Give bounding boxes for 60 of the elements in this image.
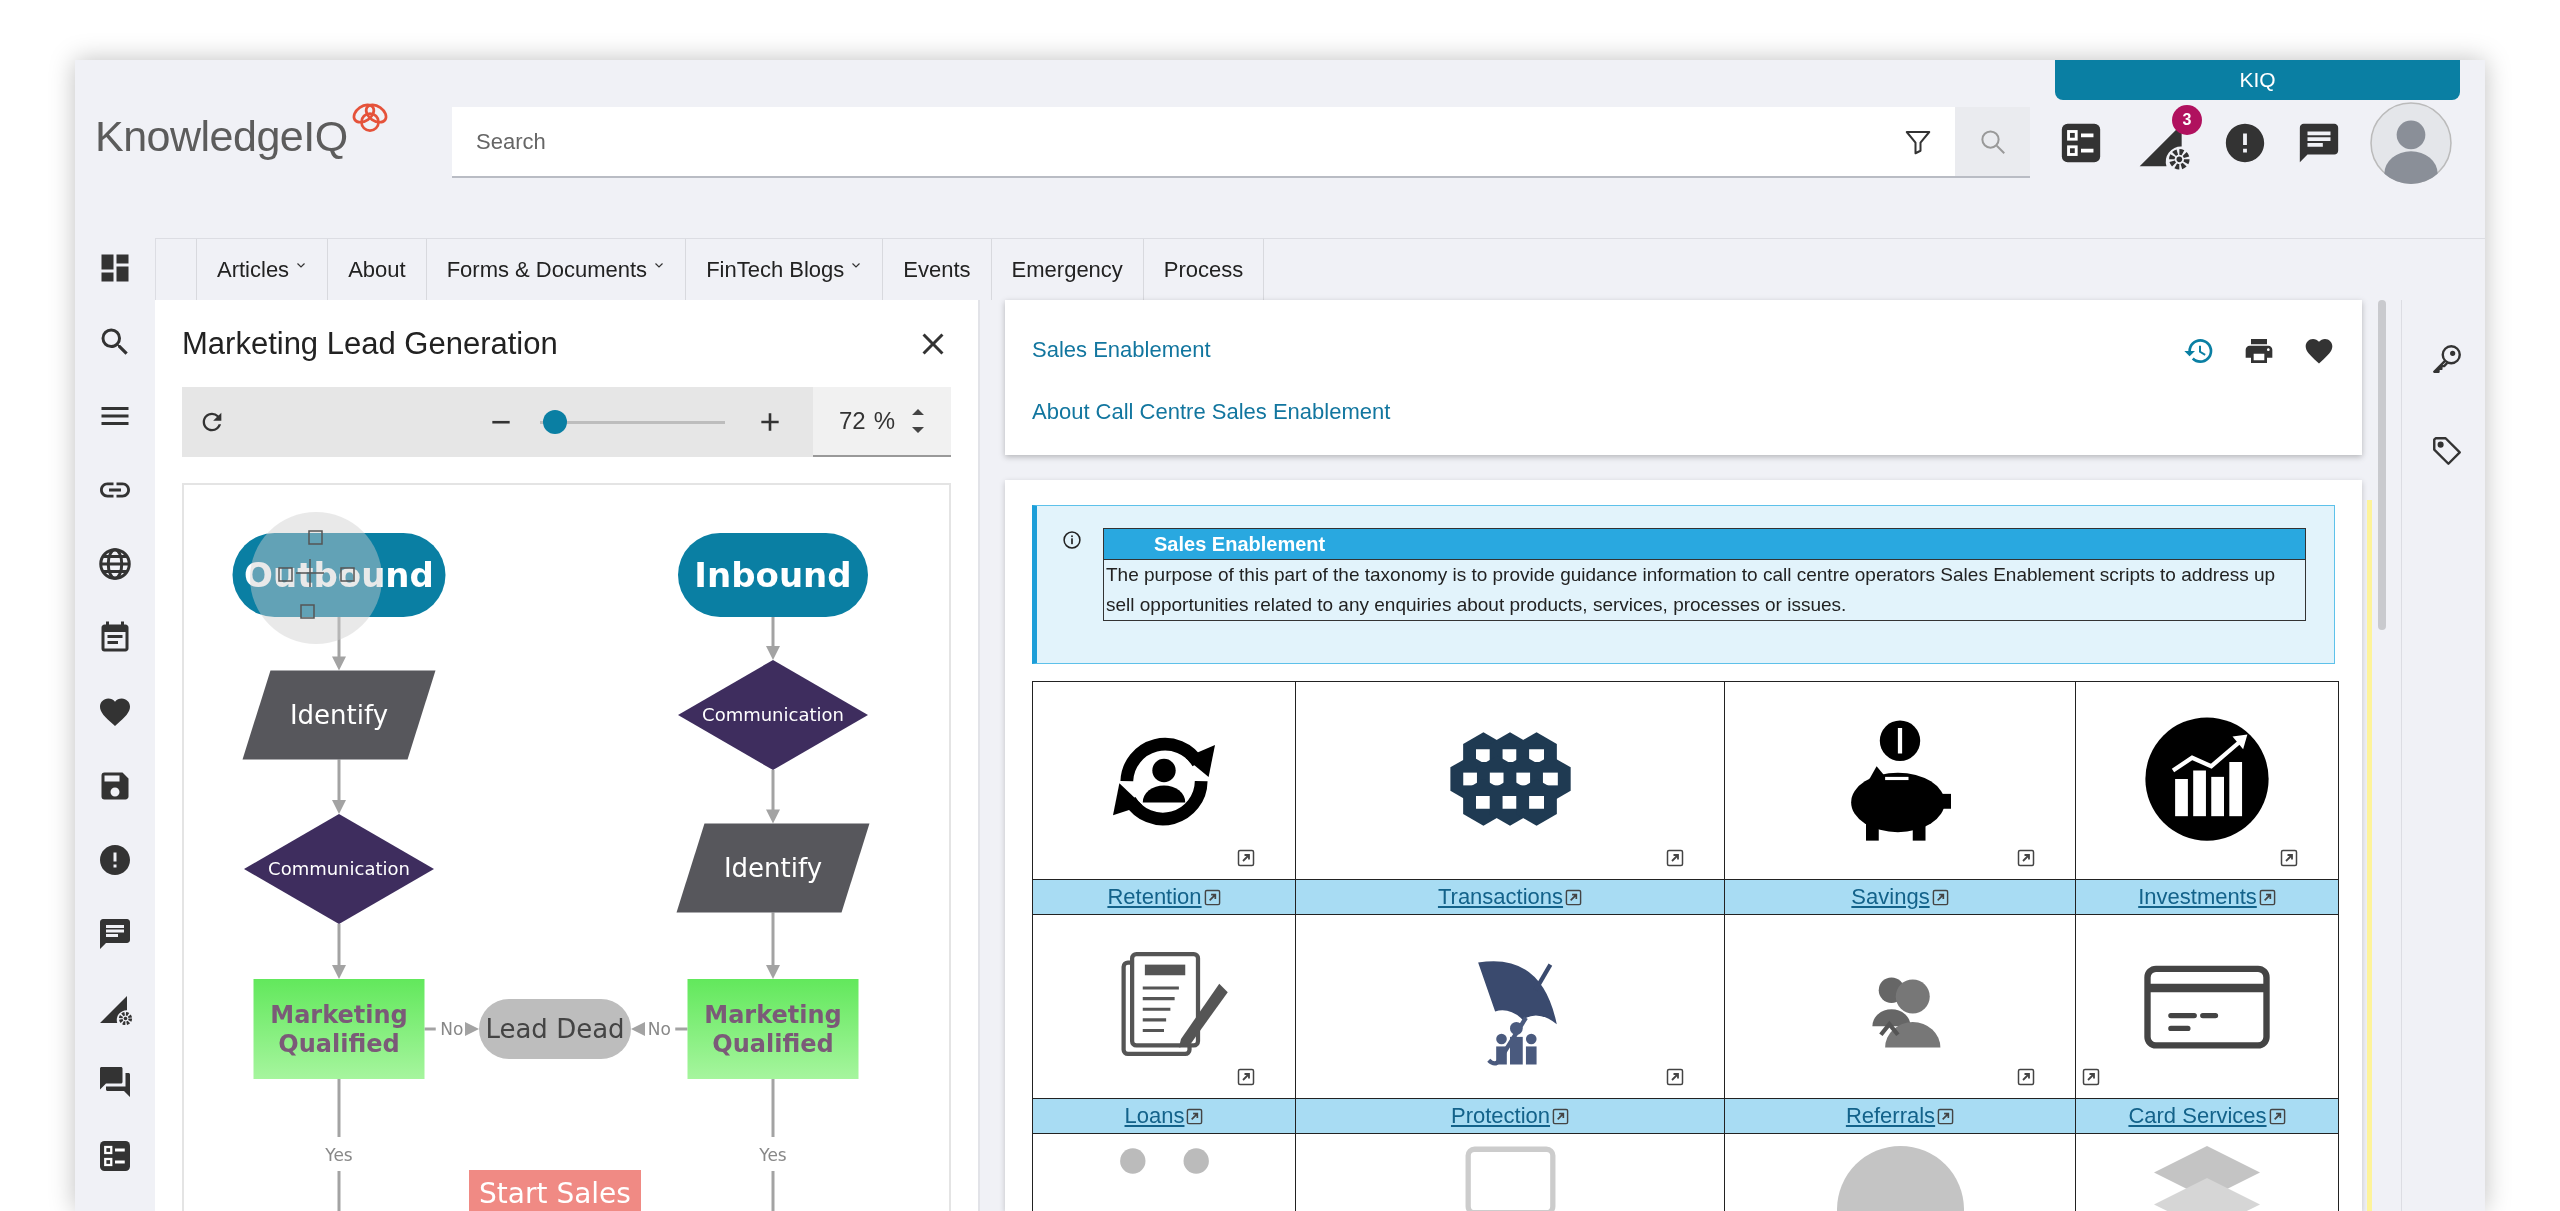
external-link-icon xyxy=(1937,1108,1955,1125)
edge-label: No xyxy=(647,1019,671,1039)
connector-arrow xyxy=(766,770,780,824)
external-link-icon xyxy=(1931,889,1949,906)
alert-icon[interactable] xyxy=(97,842,133,878)
external-link-icon[interactable] xyxy=(1237,1068,1255,1086)
external-link-icon xyxy=(2258,889,2276,906)
chat-icon[interactable] xyxy=(97,916,133,952)
data-node: Identify xyxy=(242,670,436,760)
key-icon[interactable] xyxy=(2430,342,2464,376)
external-link-icon[interactable] xyxy=(2280,849,2298,867)
search-field[interactable]: Search xyxy=(452,107,1880,178)
decision-node: Communication xyxy=(678,660,868,770)
globe-icon[interactable] xyxy=(97,546,133,582)
panel-title: Marketing Lead Generation xyxy=(182,325,558,362)
data-node: Identify xyxy=(676,823,870,913)
terminal-node: Inbound xyxy=(678,533,868,617)
process-node: Marketing Qualified xyxy=(687,979,859,1079)
external-link-icon[interactable] xyxy=(2017,849,2035,867)
zoom-slider[interactable] xyxy=(540,410,725,434)
external-link-icon[interactable] xyxy=(1666,1068,1684,1086)
connector-arrow xyxy=(332,759,346,814)
connector-arrow xyxy=(332,924,346,979)
action-node: Start Sales xyxy=(469,1170,641,1211)
decision-node: Communication xyxy=(244,814,434,924)
avatar-icon[interactable] xyxy=(2370,102,2452,184)
tile-link[interactable]: Savings xyxy=(1851,884,1949,909)
kiq-tab[interactable]: KIQ xyxy=(2055,60,2460,100)
external-link-icon xyxy=(1203,889,1221,906)
external-link-icon xyxy=(1186,1108,1204,1125)
edge-label: Yes xyxy=(325,1145,353,1165)
breadcrumb-link[interactable]: Sales Enablement xyxy=(1032,335,1391,365)
connector-arrow xyxy=(766,617,780,660)
connector-arrow xyxy=(424,1022,479,1036)
external-link-icon xyxy=(1552,1108,1570,1125)
external-link-icon[interactable] xyxy=(2082,1068,2100,1086)
external-link-icon xyxy=(1565,889,1583,906)
tag-icon[interactable] xyxy=(2430,434,2464,468)
checklist-icon[interactable] xyxy=(97,1138,133,1174)
edge-label: Yes xyxy=(759,1145,787,1165)
info-icon xyxy=(1062,530,1082,550)
logo-text: KnowledgeIQ xyxy=(95,112,348,161)
filter-button[interactable] xyxy=(1880,107,1955,178)
connector-arrow xyxy=(332,617,346,671)
tile-link[interactable]: Protection xyxy=(1450,1103,1570,1128)
info-heading: Sales Enablement xyxy=(1104,529,2305,560)
article-title-link[interactable]: About Call Centre Sales Enablement xyxy=(1032,397,1391,427)
connector-arrow xyxy=(766,912,780,979)
edge-label: No xyxy=(440,1019,464,1039)
external-link-icon xyxy=(2268,1108,2286,1125)
info-text: The purpose of this part of the taxonomy is to provide guidance information to call centre operators Sales Enablement scripts to address up sell opportunities related to any enquiries about products, services, processes or issues. xyxy=(1105,563,2277,617)
notification-badge: 3 xyxy=(2172,105,2202,135)
external-link-icon[interactable] xyxy=(2017,1068,2035,1086)
zoom-input[interactable]: 72 % xyxy=(813,387,951,457)
scrollbar-thumb[interactable] xyxy=(2378,300,2386,630)
process-node: Marketing Qualified xyxy=(253,979,425,1079)
connector-arrow xyxy=(631,1022,688,1036)
end-node: Lead Dead xyxy=(479,999,631,1059)
external-link-icon[interactable] xyxy=(1237,849,1255,867)
external-link-icon[interactable] xyxy=(1666,849,1684,867)
